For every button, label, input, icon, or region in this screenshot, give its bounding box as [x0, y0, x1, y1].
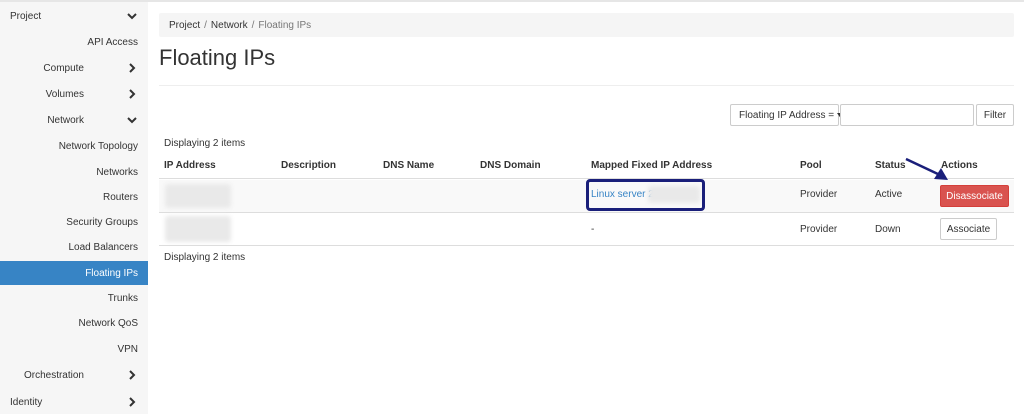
page-title: Floating IPs — [159, 45, 276, 70]
chevron-right-icon — [126, 62, 138, 74]
sidebar-item-label: Identity — [10, 396, 43, 408]
sidebar-item-label: Volumes — [45, 88, 84, 100]
arrow-icon — [905, 157, 948, 180]
sidebar-item-api-access[interactable]: API Access — [0, 30, 148, 54]
sidebar-item-identity[interactable]: Identity — [0, 390, 148, 414]
sidebar-item-networks[interactable]: Networks — [0, 160, 148, 184]
sidebar-item-label: Compute — [43, 62, 84, 74]
sidebar-item-label: Floating IPs — [85, 267, 138, 279]
sidebar-item-project[interactable]: Project — [0, 4, 148, 28]
sidebar-item-network[interactable]: Network — [0, 108, 148, 132]
top-border — [0, 0, 1024, 2]
column-header-mapped-ip[interactable]: Mapped Fixed IP Address — [591, 160, 712, 171]
row-divider — [159, 212, 1014, 213]
sidebar-item-vpn[interactable]: VPN — [0, 337, 148, 361]
pool-cell: Provider — [800, 189, 838, 200]
sidebar-item-floating-ips[interactable]: Floating IPs — [0, 261, 148, 285]
sidebar-item-label: Load Balancers — [68, 241, 139, 253]
status-cell: Active — [875, 189, 903, 200]
sidebar-item-volumes[interactable]: Volumes — [0, 82, 148, 106]
annotation-highlight-box — [586, 179, 705, 211]
sidebar-item-label: Network QoS — [78, 317, 138, 329]
disassociate-button[interactable]: Disassociate — [940, 185, 1009, 207]
redacted-ip — [165, 184, 231, 208]
sidebar-item-label: API Access — [87, 36, 138, 48]
title-divider — [159, 85, 1014, 86]
sidebar-item-label: Network Topology — [58, 140, 138, 152]
filter-field-label: Floating IP Address = — [739, 109, 835, 121]
chevron-right-icon — [126, 369, 138, 381]
chevron-down-icon — [126, 10, 138, 22]
sidebar-item-label: Networks — [96, 166, 138, 178]
breadcrumb-project[interactable]: Project — [169, 20, 200, 31]
sidebar-item-routers[interactable]: Routers — [0, 185, 148, 209]
filter-button[interactable]: Filter — [976, 104, 1014, 126]
sidebar-item-label: Network — [47, 114, 84, 126]
sidebar-item-network-qos[interactable]: Network QoS — [0, 311, 148, 335]
sidebar-item-label: Routers — [102, 191, 138, 203]
breadcrumb-separator: / — [251, 19, 255, 31]
sidebar-item-orchestration[interactable]: Orchestration — [0, 363, 148, 387]
pool-cell: Provider — [800, 224, 838, 235]
redacted-ip — [165, 216, 231, 242]
mapped-ip-cell: - — [591, 224, 595, 235]
chevron-right-icon — [126, 396, 138, 408]
sidebar-item-compute[interactable]: Compute — [0, 56, 148, 80]
sidebar-item-label: Orchestration — [23, 369, 84, 381]
breadcrumb: Project / Network / Floating IPs — [159, 13, 1014, 37]
filter-field-select[interactable]: Floating IP Address = — [730, 104, 845, 126]
column-header-description[interactable]: Description — [281, 160, 336, 171]
sidebar-item-label: Trunks — [107, 292, 138, 304]
column-header-pool[interactable]: Pool — [800, 160, 822, 171]
breadcrumb-current: Floating IPs — [258, 19, 312, 31]
header-divider — [159, 178, 1014, 179]
breadcrumb-separator: / — [204, 19, 207, 31]
sidebar-item-label: Project — [10, 10, 42, 22]
status-cell: Down — [875, 224, 901, 235]
sidebar-item-trunks[interactable]: Trunks — [0, 286, 148, 310]
column-header-ip[interactable]: IP Address — [164, 160, 216, 171]
filter-input[interactable] — [840, 104, 974, 126]
sidebar-item-network-topology[interactable]: Network Topology — [0, 134, 148, 158]
associate-button[interactable]: Associate — [940, 218, 997, 240]
item-count-top: Displaying 2 items — [164, 138, 246, 149]
chevron-right-icon — [126, 88, 138, 100]
sidebar: Project API Access Compute Volumes Netwo… — [0, 2, 148, 414]
sidebar-item-label: Security Groups — [66, 216, 138, 228]
sidebar-item-label: VPN — [117, 343, 138, 355]
column-header-dns-name[interactable]: DNS Name — [383, 160, 434, 171]
chevron-down-icon — [126, 114, 138, 126]
breadcrumb-network[interactable]: Network — [211, 20, 248, 31]
column-header-dns-domain[interactable]: DNS Domain — [480, 160, 541, 171]
sidebar-item-load-balancers[interactable]: Load Balancers — [0, 235, 148, 259]
item-count-bottom: Displaying 2 items — [164, 252, 246, 263]
sidebar-item-security-groups[interactable]: Security Groups — [0, 210, 148, 234]
table-bottom-divider — [159, 245, 1014, 246]
